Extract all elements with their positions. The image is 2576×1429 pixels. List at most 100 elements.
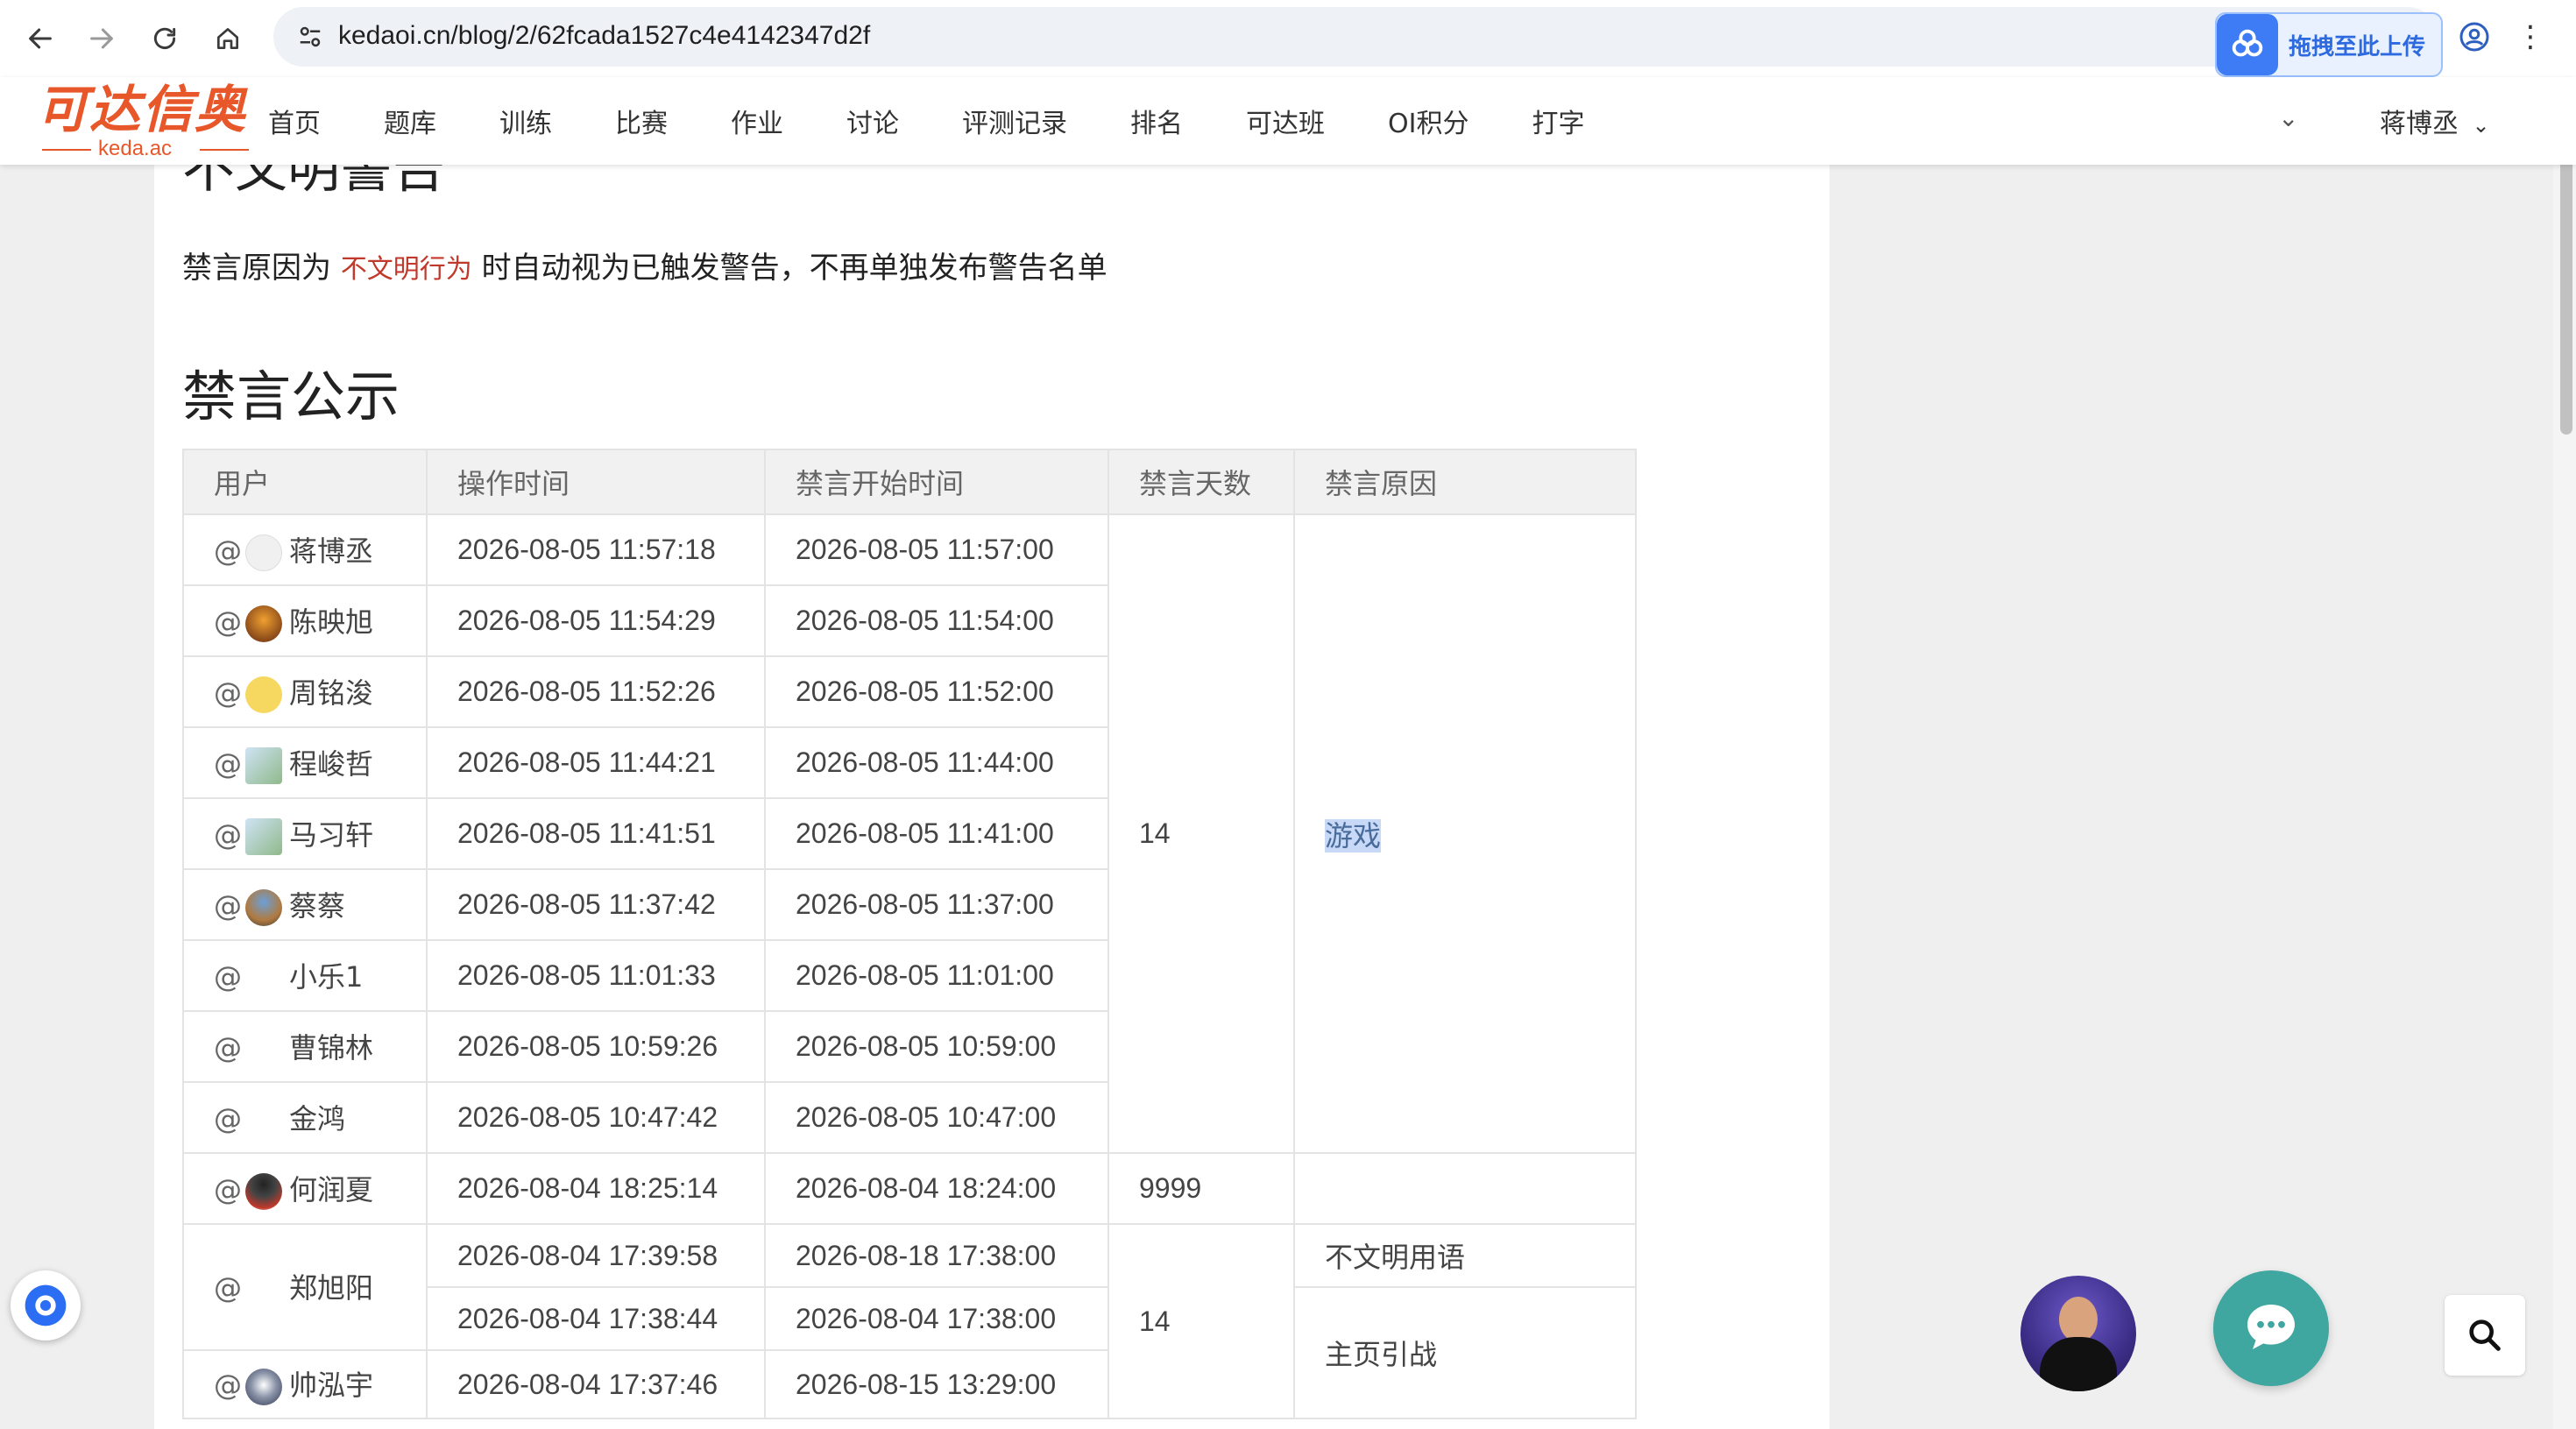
logo-divider-left [42,149,91,151]
assistant-float-button[interactable] [11,1270,81,1341]
avatar [245,1031,282,1068]
start-time-cell: 2026-08-05 11:52:00 [764,655,1109,728]
user-name: 曹锦林 [289,1030,374,1065]
start-time-cell: 2026-08-15 13:29:00 [764,1349,1109,1419]
user-cell[interactable]: @ 小乐1 [182,939,428,1012]
coach-avatar[interactable] [2020,1276,2136,1391]
nav-item-ranking[interactable]: 排名 [1130,102,1183,140]
avatar [245,605,282,642]
user-name: 陈映旭 [289,605,374,639]
avatar [245,534,282,571]
reload-icon[interactable] [142,16,188,61]
start-time-cell: 2026-08-04 18:24:00 [764,1152,1109,1225]
table-row: @ 蒋博丞 2026-08-05 11:57:18 2026-08-05 11:5… [182,513,1637,1154]
user-cell[interactable]: @ 程峻哲 [182,726,428,799]
start-time-cell: 2026-08-05 11:37:00 [764,868,1109,941]
more-menu-icon[interactable]: ⋮ [2513,16,2548,58]
user-name: 郑旭阳 [289,1271,374,1305]
start-time-cell: 2026-08-04 17:38:00 [764,1286,1109,1351]
user-cell[interactable]: @ 陈映旭 [182,584,428,657]
op-time-cell: 2026-08-04 17:38:44 [426,1286,766,1351]
nav-item-homework[interactable]: 作业 [731,102,783,140]
site-settings-icon[interactable] [293,19,328,54]
notice-before: 禁言原因为 [182,251,341,286]
avatar [245,817,282,855]
user-name: 马习轩 [289,817,374,852]
user-cell[interactable]: @ 周铭浚 [182,655,428,728]
ban-table: 用户 操作时间 禁言开始时间 禁言天数 禁言原因 @ 蒋博丞 2026-08-05… [182,449,1637,1419]
reason-selected-text: 游戏 [1325,818,1382,852]
upload-extension-button[interactable]: 拖拽至此上传 [2215,12,2443,77]
nav-item-discussion[interactable]: 讨论 [846,102,899,140]
days-cell: 14 [1108,1223,1295,1419]
nav-item-class[interactable]: 可达班 [1246,102,1325,140]
nav-item-contests[interactable]: 比赛 [615,102,668,140]
user-name: 小乐1 [289,959,364,994]
user-cell[interactable]: @ 曹锦林 [182,1010,428,1083]
op-time-cell: 2026-08-05 11:37:42 [426,868,766,941]
user-cell[interactable]: @ 蒋博丞 [182,513,428,586]
home-icon[interactable] [205,16,251,61]
site-header: 可达信奥 keda.ac 首页 题库 训练 比赛 作业 讨论 评测记录 排名 可… [0,77,2576,165]
chat-bubble-icon [2247,1305,2295,1349]
nav-item-training[interactable]: 训练 [499,102,552,140]
search-button[interactable] [2445,1295,2525,1376]
assistant-icon [25,1284,67,1326]
avatar [245,676,282,713]
ban-notice: 禁言原因为 不文明行为 时自动视为已触发警告，不再单独发布警告名单 [182,244,1108,287]
avatar [245,746,282,784]
url-text[interactable]: kedaoi.cn/blog/2/62fcada1527c4e4142347d2… [338,21,870,51]
user-cell[interactable]: @ 郑旭阳 [182,1223,428,1351]
user-name: 帅泓宇 [289,1369,374,1402]
avatar [245,1172,282,1210]
nav-item-typing[interactable]: 打字 [1532,102,1584,140]
logo-subtext: keda.ac [98,137,173,160]
logo-divider-right [200,149,249,151]
user-name: 蔡蔡 [289,888,346,923]
reason-cell: 游戏 [1293,513,1637,1154]
avatar [245,1102,282,1139]
column-header-days: 禁言天数 [1108,449,1295,515]
avatar [245,1369,282,1405]
nav-item-oi-points[interactable]: OI积分 [1388,102,1468,140]
forward-icon[interactable] [79,16,124,61]
op-time-cell: 2026-08-05 11:57:18 [426,513,766,586]
profile-icon[interactable] [2453,16,2495,58]
user-menu[interactable]: 蒋博丞 ⌄ [2380,102,2490,140]
user-cell[interactable]: @ 帅泓宇 [182,1349,428,1419]
op-time-cell: 2026-08-04 17:37:46 [426,1349,766,1419]
nav-item-home[interactable]: 首页 [268,102,321,140]
search-icon [2469,1319,2501,1351]
table-row: @ 何润夏 2026-08-04 18:25:14 2026-08-04 18:2… [182,1152,1637,1225]
nav-item-problems[interactable]: 题库 [384,102,436,140]
nav-item-records[interactable]: 评测记录 [962,102,1067,140]
op-time-cell: 2026-08-05 11:54:29 [426,584,766,657]
scrollbar-thumb[interactable] [2560,154,2572,435]
table-header-row: 用户 操作时间 禁言开始时间 禁言天数 禁言原因 [182,449,1637,515]
op-time-cell: 2026-08-04 18:25:14 [426,1152,766,1225]
reason-cell [1293,1152,1637,1225]
start-time-cell: 2026-08-05 11:54:00 [764,584,1109,657]
user-name: 蒋博丞 [2380,109,2459,139]
chevron-down-icon[interactable]: ⌄ [2278,103,2298,132]
user-cell[interactable]: @ 何润夏 [182,1152,428,1225]
user-cell[interactable]: @ 蔡蔡 [182,868,428,941]
back-icon[interactable] [18,16,63,61]
avatar [245,960,282,997]
user-name: 何润夏 [289,1172,374,1206]
op-time-cell: 2026-08-05 10:47:42 [426,1081,766,1154]
user-cell[interactable]: @ 马习轩 [182,797,428,870]
address-bar[interactable]: kedaoi.cn/blog/2/62fcada1527c4e4142347d2… [273,7,2438,67]
site-logo[interactable]: 可达信奥 keda.ac [37,80,256,160]
start-time-cell: 2026-08-05 11:44:00 [764,726,1109,799]
op-time-cell: 2026-08-05 11:44:21 [426,726,766,799]
logo-text: 可达信奥 [37,80,248,139]
user-name: 周铭浚 [289,676,374,710]
start-time-cell: 2026-08-05 11:57:00 [764,513,1109,586]
user-name: 金鸿 [289,1101,346,1135]
notice-highlight: 不文明行为 [340,254,472,285]
column-header-op-time: 操作时间 [426,449,766,515]
chat-button[interactable] [2213,1270,2329,1386]
start-time-cell: 2026-08-05 11:01:00 [764,939,1109,1012]
user-cell[interactable]: @ 金鸿 [182,1081,428,1154]
